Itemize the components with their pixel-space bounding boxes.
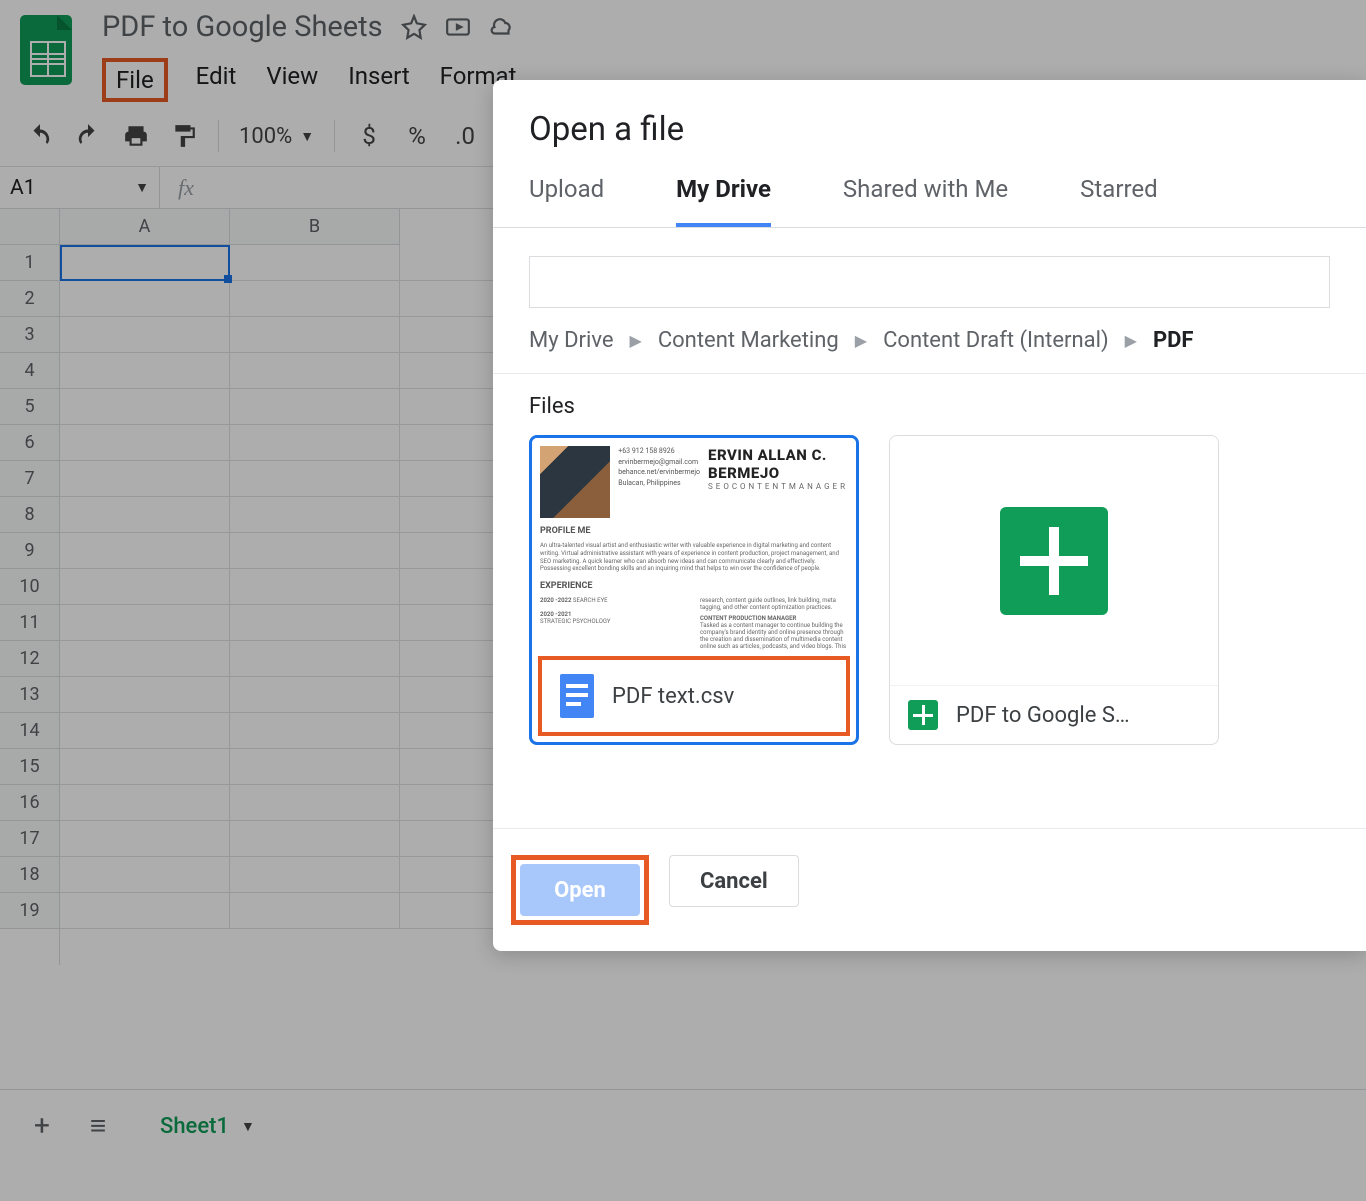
file-name: PDF text.csv (612, 684, 734, 709)
file-card[interactable]: +63 912 158 8926 ervinbermejo@gmail.com … (529, 435, 859, 745)
files-heading: Files (493, 374, 1366, 435)
tab-upload[interactable]: Upload (529, 175, 604, 227)
dialog-tabs: Upload My Drive Shared with Me Starred (493, 175, 1366, 228)
dialog-title: Open a file (493, 80, 1366, 175)
sheets-icon (1000, 507, 1108, 615)
file-preview: +63 912 158 8926 ervinbermejo@gmail.com … (532, 438, 856, 650)
tab-my-drive[interactable]: My Drive (676, 175, 771, 227)
open-button[interactable]: Open (520, 864, 640, 916)
breadcrumb-item[interactable]: My Drive (529, 328, 614, 353)
tab-shared[interactable]: Shared with Me (843, 175, 1008, 227)
breadcrumb-item[interactable]: Content Draft (Internal) (883, 328, 1109, 353)
docs-icon (560, 674, 594, 718)
file-preview (890, 436, 1218, 685)
breadcrumb-item[interactable]: Content Marketing (658, 328, 839, 353)
chevron-right-icon: ▶ (630, 331, 642, 350)
chevron-right-icon: ▶ (855, 331, 867, 350)
preview-photo (540, 446, 610, 518)
file-card[interactable]: PDF to Google S… (889, 435, 1219, 745)
breadcrumb: My Drive ▶ Content Marketing ▶ Content D… (493, 328, 1366, 374)
files-grid: +63 912 158 8926 ervinbermejo@gmail.com … (493, 435, 1366, 745)
breadcrumb-current: PDF (1153, 328, 1194, 353)
file-name: PDF to Google S… (956, 703, 1130, 728)
sheets-icon (908, 700, 938, 730)
open-button-highlight: Open (511, 855, 649, 925)
open-file-dialog: Open a file Upload My Drive Shared with … (493, 80, 1366, 951)
chevron-right-icon: ▶ (1125, 331, 1137, 350)
tab-starred[interactable]: Starred (1080, 175, 1157, 227)
file-footer: PDF to Google S… (890, 685, 1218, 744)
file-footer: PDF text.csv (538, 656, 850, 736)
dialog-footer: Open Cancel (493, 828, 1366, 951)
search-input[interactable] (529, 256, 1330, 308)
cancel-button[interactable]: Cancel (669, 855, 799, 907)
